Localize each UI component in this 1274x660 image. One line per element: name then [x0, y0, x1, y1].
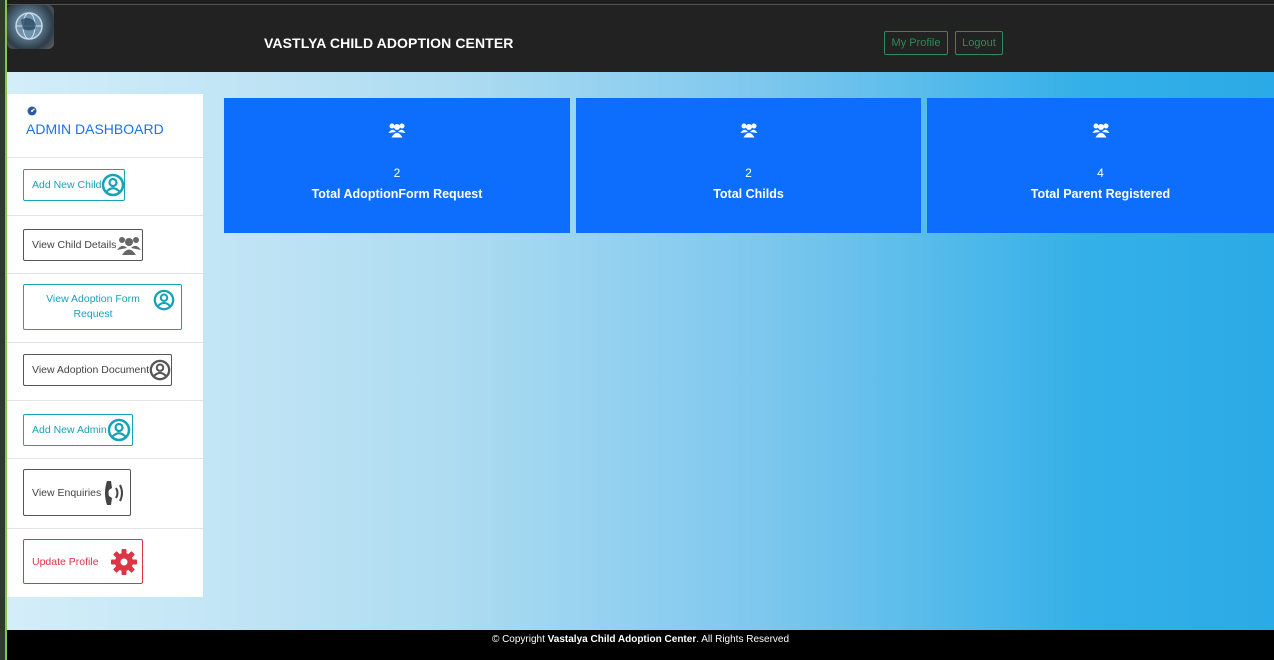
user-circle-icon	[102, 173, 125, 197]
stat-count: 2	[393, 166, 401, 180]
sidebar-row-enquiries: View Enquiries	[7, 459, 203, 529]
user-circle-icon	[149, 359, 171, 381]
sidebar-title: ADMIN DASHBOARD	[26, 121, 164, 137]
stat-count: 4	[1097, 166, 1104, 180]
sidebar-header: ADMIN DASHBOARD	[7, 94, 203, 158]
users-icon	[117, 237, 142, 255]
stat-card-adoption-requests[interactable]: 2 Total AdoptionForm Request	[224, 98, 570, 233]
stat-count: 2	[745, 166, 752, 180]
users-icon	[388, 123, 406, 138]
window-edge	[0, 0, 7, 660]
copyright-text: © Copyright Vastalya Child Adoption Cent…	[7, 634, 1274, 645]
user-circle-icon	[153, 289, 175, 311]
add-new-admin-button[interactable]: Add New Admin	[23, 414, 133, 446]
view-adoption-form-request-label: View Adoption Form Request	[46, 293, 140, 320]
sidebar-row-adoption-form: View Adoption Form Request	[7, 274, 203, 343]
update-profile-label: Update Profile	[32, 555, 99, 568]
stat-card-childs[interactable]: 2 Total Childs	[576, 98, 921, 233]
dashboard-icon	[27, 106, 37, 116]
gear-icon	[110, 548, 137, 575]
copyright-brand: Vastalya Child Adoption Center	[547, 634, 697, 645]
top-navbar: VASTLYA CHILD ADOPTION CENTER My Profile…	[7, 4, 1274, 73]
view-adoption-document-label: View Adoption Document	[32, 364, 150, 376]
update-profile-button[interactable]: Update Profile	[23, 539, 143, 584]
app-title: VASTLYA CHILD ADOPTION CENTER	[264, 35, 514, 51]
view-child-details-button[interactable]: View Child Details	[23, 229, 143, 261]
sidebar-row-add-admin: Add New Admin	[7, 401, 203, 459]
view-enquiries-button[interactable]: View Enquiries	[23, 469, 131, 516]
stat-label: Total Parent Registered	[1030, 187, 1171, 201]
user-circle-icon	[107, 418, 130, 442]
my-profile-button[interactable]: My Profile	[884, 31, 948, 55]
view-child-details-label: View Child Details	[32, 239, 117, 251]
phone-icon	[105, 480, 124, 505]
users-icon	[1092, 123, 1109, 138]
view-enquiries-label: View Enquiries	[32, 486, 102, 499]
globe-logo-icon[interactable]	[7, 5, 54, 49]
copyright-suffix: . All Rights Reserved	[696, 634, 790, 645]
footer: © Copyright Vastalya Child Adoption Cent…	[7, 630, 1274, 660]
app-window: VASTLYA CHILD ADOPTION CENTER My Profile…	[0, 0, 1274, 660]
stat-label: Total AdoptionForm Request	[311, 187, 483, 201]
view-adoption-document-button[interactable]: View Adoption Document	[23, 354, 172, 386]
sidebar: ADMIN DASHBOARD Add New Child View Child…	[7, 94, 203, 597]
sidebar-row-child-details: View Child Details	[7, 216, 203, 274]
copyright-prefix: © Copyright	[491, 634, 548, 645]
add-new-child-label: Add New Child	[32, 179, 102, 191]
sidebar-row-add-child: Add New Child	[7, 157, 203, 216]
logout-button[interactable]: Logout	[955, 31, 1003, 55]
stat-label: Total Childs	[713, 187, 784, 201]
users-icon	[740, 123, 757, 138]
sidebar-row-adoption-document: View Adoption Document	[7, 343, 203, 401]
add-new-child-button[interactable]: Add New Child	[23, 169, 125, 201]
sidebar-row-update-profile: Update Profile	[7, 529, 203, 597]
view-adoption-form-request-button[interactable]: View Adoption Form Request	[23, 284, 182, 330]
add-new-admin-label: Add New Admin	[32, 424, 107, 436]
stat-card-parents[interactable]: 4 Total Parent Registered	[927, 98, 1274, 233]
